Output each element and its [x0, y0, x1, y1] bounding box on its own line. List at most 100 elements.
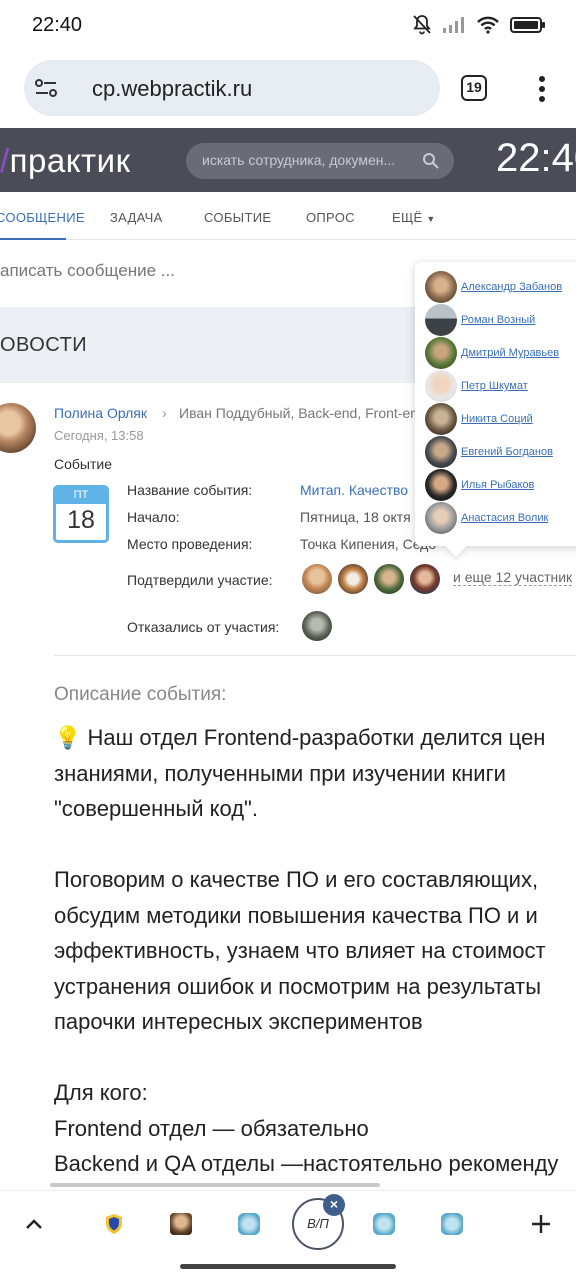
address-bar[interactable]: cp.webpractik.ru: [24, 60, 440, 116]
site-favicon-icon[interactable]: [366, 1206, 402, 1242]
profile-favicon-icon[interactable]: [163, 1206, 199, 1242]
more-participants-link[interactable]: и еще 12 участник: [453, 569, 573, 586]
divider: [54, 655, 576, 656]
participant-name[interactable]: Евгений Богданов: [461, 446, 553, 458]
calendar-weekday: ПТ: [56, 488, 106, 504]
tab-event[interactable]: СОБЫТИЕ: [204, 210, 271, 225]
participant-avatar: [425, 271, 457, 303]
participant-name[interactable]: Анастасия Волик: [461, 512, 548, 524]
confirmed-label: Подтвердили участие:: [127, 572, 273, 588]
caret-down-icon: ▼: [426, 214, 436, 224]
description-line: 💡 Наш отдел Frontend-разработки делится …: [54, 725, 546, 750]
description-line: устранения ошибок и посмотрим на результ…: [54, 973, 542, 999]
wifi-icon: [477, 16, 499, 34]
compose-tabs: СООБЩЕНИЕ ЗАДАЧА СОБЫТИЕ ОПРОС ЕЩЁ ▼: [0, 196, 576, 240]
participant-avatar[interactable]: [410, 564, 440, 594]
post-kind: Событие: [54, 456, 112, 472]
author-avatar[interactable]: [0, 403, 36, 453]
declined-label: Отказались от участия:: [127, 619, 280, 635]
popup-participant[interactable]: Илья Рыбаков: [425, 469, 534, 501]
popup-participant[interactable]: Анастасия Волик: [425, 502, 548, 534]
site-header: /практик искать сотрудника, докумен... 2…: [0, 128, 576, 192]
popup-participant[interactable]: Евгений Богданов: [425, 436, 553, 468]
status-time: 22:40: [32, 14, 83, 36]
site-settings-icon[interactable]: [34, 77, 58, 99]
header-clock: 22:40: [496, 136, 576, 180]
description-line: эффективность, узнаем что влияет на стои…: [54, 938, 546, 963]
mute-bell-icon: [413, 15, 431, 35]
popup-participant[interactable]: Дмитрий Муравьев: [425, 337, 559, 369]
participant-name[interactable]: Александр Забанов: [461, 281, 562, 293]
home-indicator[interactable]: [180, 1264, 396, 1269]
event-description: 💡 Наш отдел Frontend-разработки делится …: [54, 720, 576, 1182]
shield-favicon-icon[interactable]: [96, 1206, 132, 1242]
site-favicon-icon[interactable]: [434, 1206, 470, 1242]
search-placeholder: искать сотрудника, докумен...: [202, 152, 396, 168]
search-icon[interactable]: [422, 152, 440, 170]
description-line: Frontend отдел — обязательно: [54, 1115, 369, 1141]
new-tab-plus-icon[interactable]: [523, 1206, 559, 1242]
participant-name[interactable]: Никита Соций: [461, 413, 533, 425]
description-line: обсудим методики повышения качества ПО и…: [54, 902, 538, 928]
participants-popup: Александр Забанов Роман Возный Дмитрий М…: [415, 262, 576, 557]
battery-icon: [510, 17, 545, 33]
participant-avatar: [425, 370, 457, 402]
participant-avatar: [425, 403, 457, 435]
participant-name[interactable]: Роман Возный: [461, 314, 535, 326]
tab-task[interactable]: ЗАДАЧА: [110, 210, 163, 225]
tab-more[interactable]: ЕЩЁ ▼: [392, 210, 436, 225]
event-name-value[interactable]: Митап. Качество: [300, 482, 408, 498]
url-text[interactable]: cp.webpractik.ru: [92, 76, 252, 102]
description-line: Backend и QA отделы —настоятельно рекоме…: [54, 1151, 559, 1176]
description-line: парочки интересных экспериментов: [54, 1009, 423, 1034]
declined-avatar[interactable]: [302, 611, 332, 641]
participant-avatar[interactable]: [338, 564, 368, 594]
description-line: "совершенный код".: [54, 796, 258, 821]
horizontal-scrollbar[interactable]: [50, 1183, 380, 1187]
description-line: Поговорим о качестве ПО и его составляющ…: [54, 867, 539, 892]
status-bar: 22:40: [0, 0, 576, 52]
tab-message[interactable]: СООБЩЕНИЕ: [0, 210, 85, 225]
participant-name[interactable]: Петр Шкумат: [461, 380, 528, 392]
calendar-day: 18: [67, 506, 95, 534]
description-line: знаниями, полученными при изучении книги: [54, 760, 506, 786]
active-tab-indicator: [0, 238, 66, 240]
chevron-right-icon: ›: [162, 405, 167, 421]
participant-avatar[interactable]: [374, 564, 404, 594]
participant-avatar: [425, 304, 457, 336]
site-search-input[interactable]: искать сотрудника, докумен...: [186, 143, 454, 179]
signal-icon: [443, 17, 464, 33]
popup-participant[interactable]: Петр Шкумат: [425, 370, 528, 402]
post-timestamp: Сегодня, 13:58: [54, 428, 144, 443]
event-name-label: Название события:: [127, 482, 253, 498]
site-favicon-icon[interactable]: [231, 1206, 267, 1242]
tab-poll[interactable]: ОПРОС: [306, 210, 355, 225]
participant-avatar: [425, 502, 457, 534]
popup-participant[interactable]: Александр Забанов: [425, 271, 562, 303]
participant-avatar: [425, 436, 457, 468]
popup-participant[interactable]: Роман Возный: [425, 304, 535, 336]
description-line: Для кого:: [54, 1080, 148, 1105]
description-title: Описание события:: [54, 684, 227, 705]
description-line: [54, 1040, 576, 1076]
description-line: [54, 827, 576, 863]
event-place-label: Место проведения:: [127, 536, 253, 552]
calendar-icon: ПТ 18: [53, 485, 109, 543]
popup-participant[interactable]: Никита Соций: [425, 403, 533, 435]
event-start-value: Пятница, 18 октя: [300, 509, 411, 525]
close-icon[interactable]: ×: [323, 1194, 345, 1216]
post-recipients[interactable]: Иван Поддубный, Back-end, Front-en: [179, 405, 418, 421]
site-logo[interactable]: /практик: [0, 142, 131, 180]
participant-name[interactable]: Дмитрий Муравьев: [461, 347, 559, 359]
participant-name[interactable]: Илья Рыбаков: [461, 479, 534, 491]
participant-avatar: [425, 469, 457, 501]
participant-avatar: [425, 337, 457, 369]
author-link[interactable]: Полина Орляк: [54, 405, 147, 421]
chevron-up-icon[interactable]: [16, 1206, 52, 1242]
compose-input[interactable]: аписать сообщение ...: [0, 261, 175, 281]
tab-switcher-button[interactable]: 19: [461, 75, 487, 101]
news-title: ОВОСТИ: [0, 334, 88, 356]
participant-avatar[interactable]: [302, 564, 332, 594]
popup-pointer: [446, 537, 466, 557]
more-vert-icon[interactable]: [535, 74, 549, 104]
